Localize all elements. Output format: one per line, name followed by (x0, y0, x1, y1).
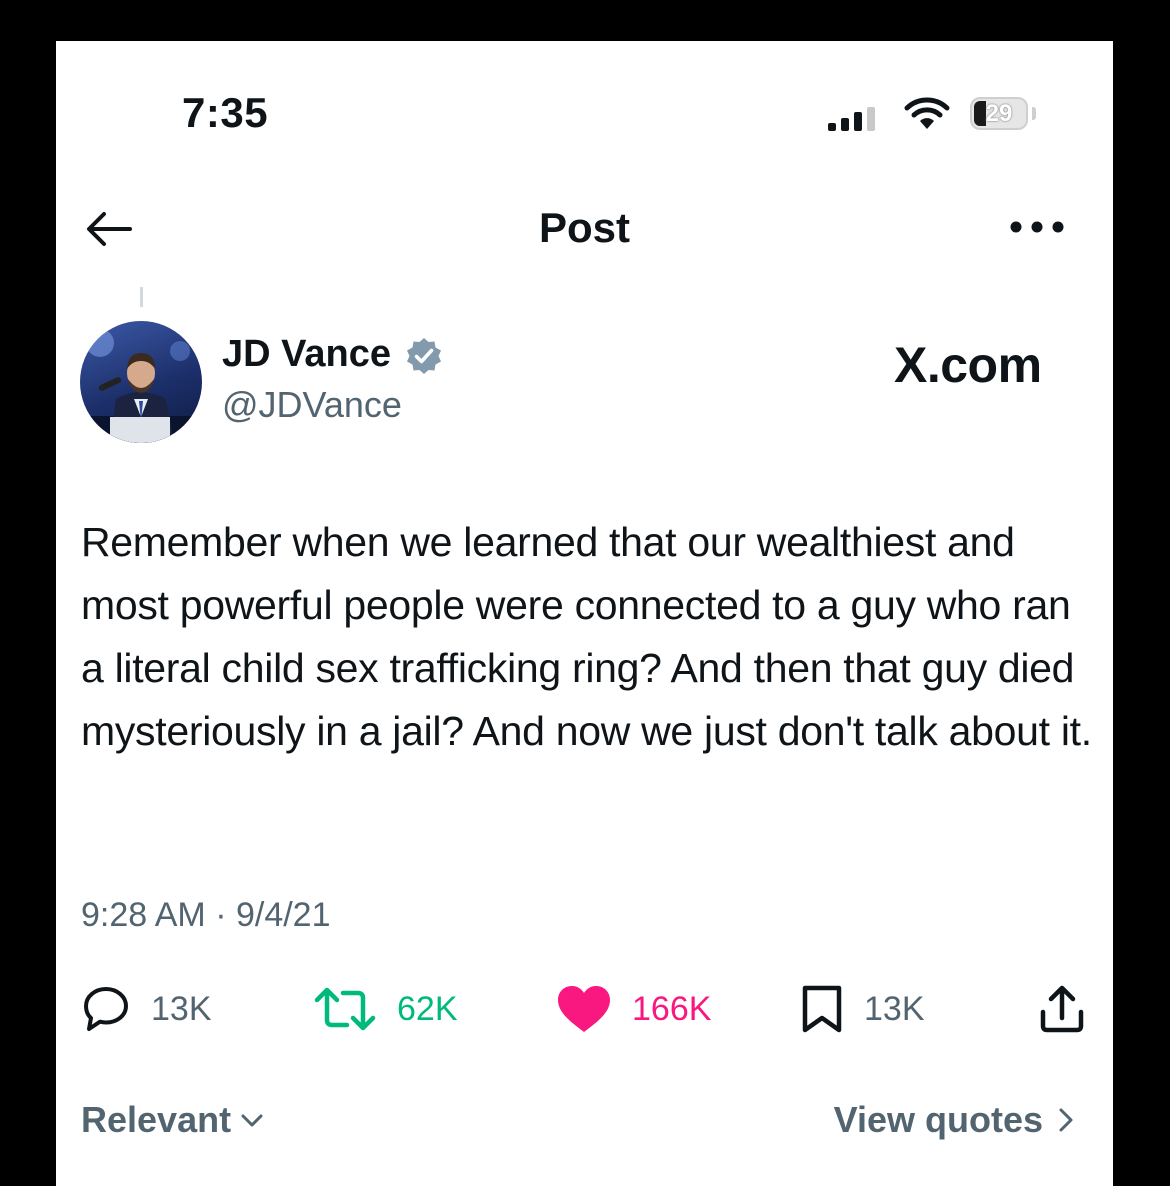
repost-icon (314, 987, 376, 1031)
heart-icon (558, 986, 610, 1032)
battery-level: 29 (985, 100, 1013, 127)
post-text: Remember when we learned that our wealth… (81, 519, 1092, 754)
post-screen: 7:35 29 Post JD Vance @JDVance X.com Rem… (56, 41, 1113, 1186)
repost-count: 62K (397, 989, 458, 1028)
view-quotes-link[interactable]: View quotes (834, 1099, 1077, 1141)
chevron-right-icon (1059, 1108, 1073, 1132)
sort-label: Relevant (81, 1099, 232, 1140)
thread-line (140, 287, 143, 307)
wifi-icon (904, 97, 950, 129)
author-handle[interactable]: @JDVance (222, 384, 402, 426)
repost-button[interactable]: 62K (313, 981, 458, 1037)
share-button[interactable] (1039, 981, 1085, 1037)
post-timestamp[interactable]: 9:28 AM · 9/4/21 (81, 896, 331, 935)
share-icon (1040, 985, 1084, 1033)
cellular-signal-icon (828, 107, 875, 131)
battery-icon: 29 (970, 97, 1028, 130)
more-options-icon[interactable] (1008, 217, 1066, 237)
like-count: 166K (632, 989, 712, 1028)
chevron-down-icon (241, 1114, 263, 1127)
author-name[interactable]: JD Vance (222, 333, 391, 376)
reply-icon (84, 987, 128, 1031)
sort-dropdown[interactable]: Relevant (81, 1099, 265, 1141)
avatar-photo (80, 329, 202, 443)
action-bar: 13K 62K 166K 13K (56, 981, 1113, 1041)
verified-badge-icon[interactable] (404, 336, 444, 376)
bookmark-button[interactable]: 13K (800, 981, 925, 1037)
avatar[interactable] (80, 321, 202, 443)
x-watermark: X.com (894, 337, 1042, 393)
page-title: Post (538, 204, 630, 251)
reply-button[interactable]: 13K (81, 981, 212, 1037)
status-time: 7:35 (182, 89, 269, 136)
like-button[interactable]: 166K (556, 981, 711, 1037)
bookmark-icon (802, 985, 842, 1033)
view-quotes-label: View quotes (833, 1099, 1043, 1140)
reply-count: 13K (151, 989, 212, 1028)
bookmark-count: 13K (864, 989, 925, 1028)
battery-nub (1032, 107, 1036, 120)
